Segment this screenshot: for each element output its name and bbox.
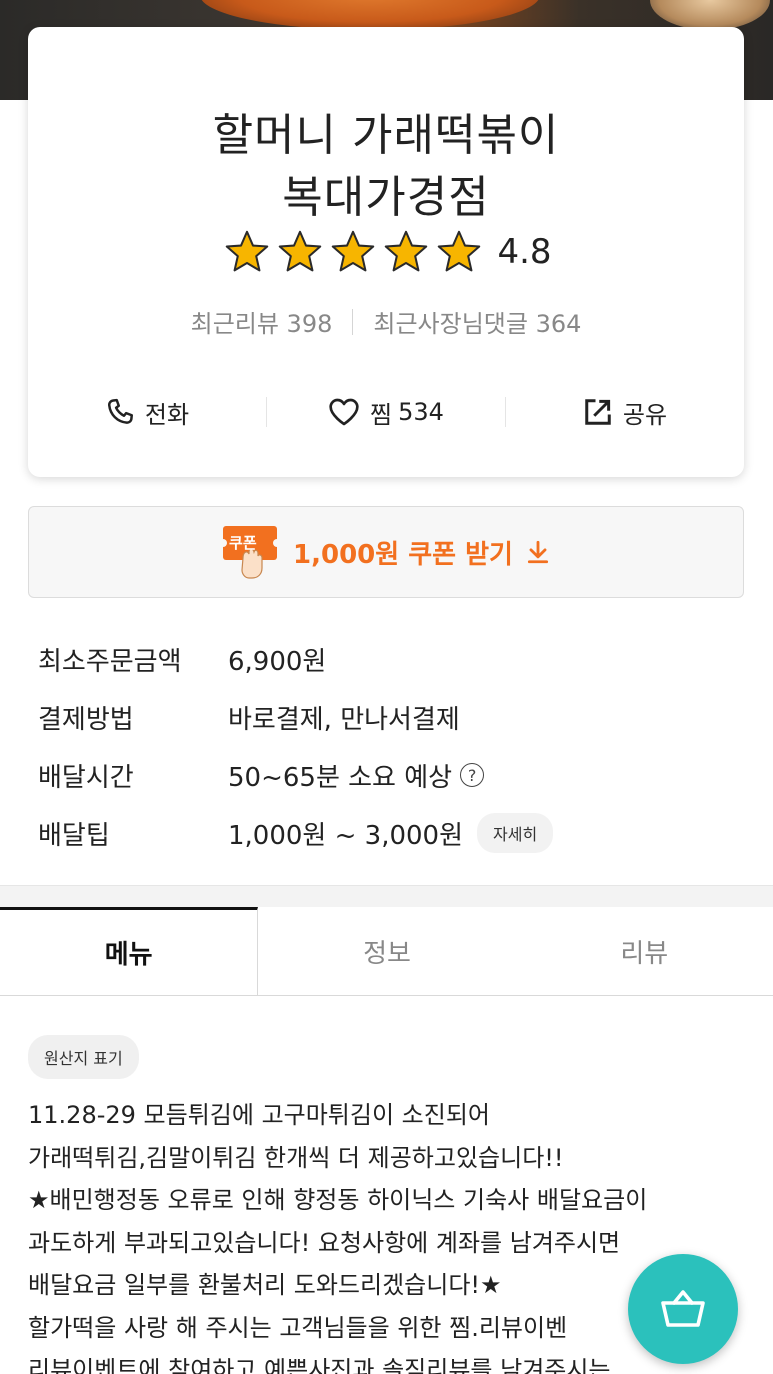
delivery-time-label: 배달시간 (38, 762, 134, 793)
share-label: 공유 (622, 400, 668, 429)
payment-label: 결제방법 (38, 704, 134, 735)
info-row-min-order: 최소주문금액 6,900원 (38, 630, 738, 688)
notice-line: 과도하게 부과되고있습니다! 요청사항에 계좌를 남겨주시면 (28, 1228, 621, 1257)
tab-menu[interactable]: 메뉴 (0, 907, 259, 995)
owner-replies-count[interactable]: 최근사장님댓글 364 (373, 304, 581, 339)
star-icon (225, 230, 269, 272)
coupon-button[interactable]: 쿠폰 1,000원 쿠폰 받기 (28, 506, 744, 598)
tip-label: 배달팁 (38, 820, 110, 851)
info-row-payment: 결제방법 바로결제, 만나서결제 (38, 688, 738, 746)
call-label: 전화 (144, 400, 190, 429)
store-card: 할머니 가래떡볶이 복대가경점 4.8 최근리뷰 398 최근사장님댓글 364… (28, 27, 744, 477)
call-button[interactable]: 전화 (28, 395, 266, 430)
info-row-delivery-time: 배달시간 50~65분 소요 예상 ? (38, 746, 738, 804)
star-icon (331, 230, 375, 272)
notice-line: 리뷰이벤트에 참여하고 예쁜사진과 솔직리뷰를 남겨주시는 (28, 1356, 611, 1374)
recent-reviews-count[interactable]: 최근리뷰 398 (191, 304, 333, 339)
cart-button[interactable] (628, 1254, 738, 1364)
store-name: 할머니 가래떡볶이 복대가경점 (28, 105, 744, 229)
payment-value: 바로결제, 만나서결제 (228, 704, 460, 735)
favorite-label: 찜 (370, 400, 393, 429)
notice-line: ★배민행정동 오류로 인해 향정동 하이닉스 기숙사 배달요금이 (28, 1186, 648, 1214)
heart-icon (329, 398, 359, 426)
notice-line: 가래떡튀김,김말이튀김 한개씩 더 제공하고있습니다!! (28, 1143, 564, 1172)
favorite-count: 534 (398, 398, 444, 426)
store-name-line2: 복대가경점 (282, 172, 490, 223)
delivery-time-value-wrap: 50~65분 소요 예상 ? (228, 757, 485, 794)
tab-info[interactable]: 정보 (258, 907, 515, 995)
share-icon (585, 399, 611, 425)
rating-value: 4.8 (497, 232, 552, 272)
share-button[interactable]: 공유 (506, 395, 744, 430)
coupon-label: 1,000원 쿠폰 받기 (293, 539, 513, 570)
min-order-label: 최소주문금액 (38, 646, 182, 677)
tab-bar: 메뉴 정보 리뷰 (0, 907, 773, 996)
origin-chip[interactable]: 원산지 표기 (28, 1035, 139, 1079)
coupon-badge-text: 쿠폰 (229, 534, 257, 552)
notice-line: 11.28-29 모듬튀김에 고구마튀김이 소진되어 (28, 1101, 490, 1129)
favorite-button[interactable]: 찜 534 (267, 395, 505, 430)
download-icon (527, 540, 549, 564)
tip-value-wrap: 1,000원 ~ 3,000원 자세히 (228, 813, 554, 853)
cart-icon (661, 1290, 705, 1327)
divider (352, 308, 354, 335)
tip-value: 1,000원 ~ 3,000원 (228, 820, 464, 851)
info-row-tip: 배달팁 1,000원 ~ 3,000원 자세히 (38, 804, 738, 862)
question-icon[interactable]: ? (460, 763, 485, 787)
star-icon (384, 230, 428, 272)
store-name-line1: 할머니 가래떡볶이 (212, 110, 560, 161)
tab-reviews[interactable]: 리뷰 (516, 907, 773, 995)
action-row: 전화 찜 534 공유 (28, 387, 744, 437)
star-icon (278, 230, 322, 272)
phone-icon (107, 398, 133, 424)
delivery-time-value: 50~65분 소요 예상 (228, 762, 453, 793)
tip-detail-button[interactable]: 자세히 (477, 813, 554, 853)
hero-bowl-shape (650, 0, 770, 30)
section-divider (0, 885, 773, 907)
review-stats[interactable]: 최근리뷰 398 최근사장님댓글 364 (28, 304, 744, 339)
store-info: 최소주문금액 6,900원 결제방법 바로결제, 만나서결제 배달시간 50~6… (38, 630, 738, 862)
star-icon (437, 230, 481, 272)
hero-food-shape (200, 0, 540, 30)
min-order-value: 6,900원 (228, 646, 327, 677)
coupon-badge-icon: 쿠폰 (219, 522, 282, 582)
rating-row: 4.8 (28, 229, 744, 275)
